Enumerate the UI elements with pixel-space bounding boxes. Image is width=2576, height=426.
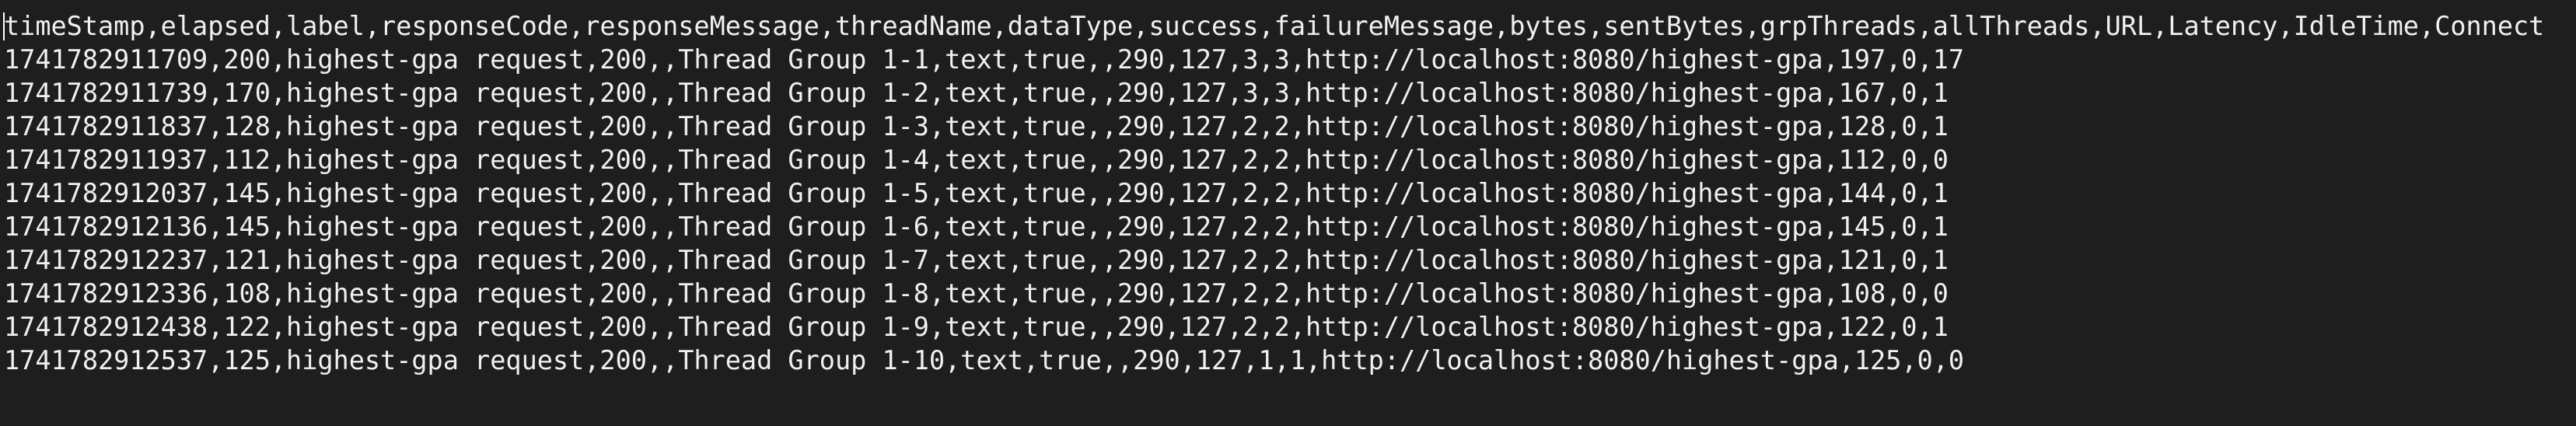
csv-data-line[interactable]: 1741782912037,145,highest-gpa request,20…	[4, 176, 2544, 210]
csv-data-line[interactable]: 1741782912537,125,highest-gpa request,20…	[4, 344, 2544, 377]
csv-data-line[interactable]: 1741782912136,145,highest-gpa request,20…	[4, 210, 2544, 243]
csv-data-line[interactable]: 1741782911739,170,highest-gpa request,20…	[4, 76, 2544, 110]
csv-data-line[interactable]: 1741782912237,121,highest-gpa request,20…	[4, 243, 2544, 277]
csv-data-line[interactable]: 1741782911837,128,highest-gpa request,20…	[4, 110, 2544, 143]
csv-content[interactable]: timeStamp,elapsed,label,responseCode,res…	[4, 9, 2544, 377]
text-editor[interactable]: timeStamp,elapsed,label,responseCode,res…	[0, 0, 2576, 426]
csv-data-line[interactable]: 1741782911709,200,highest-gpa request,20…	[4, 43, 2544, 76]
csv-data-line[interactable]: 1741782912336,108,highest-gpa request,20…	[4, 277, 2544, 310]
csv-header-line[interactable]: timeStamp,elapsed,label,responseCode,res…	[4, 9, 2544, 43]
csv-data-line[interactable]: 1741782912438,122,highest-gpa request,20…	[4, 310, 2544, 344]
csv-data-line[interactable]: 1741782911937,112,highest-gpa request,20…	[4, 143, 2544, 176]
